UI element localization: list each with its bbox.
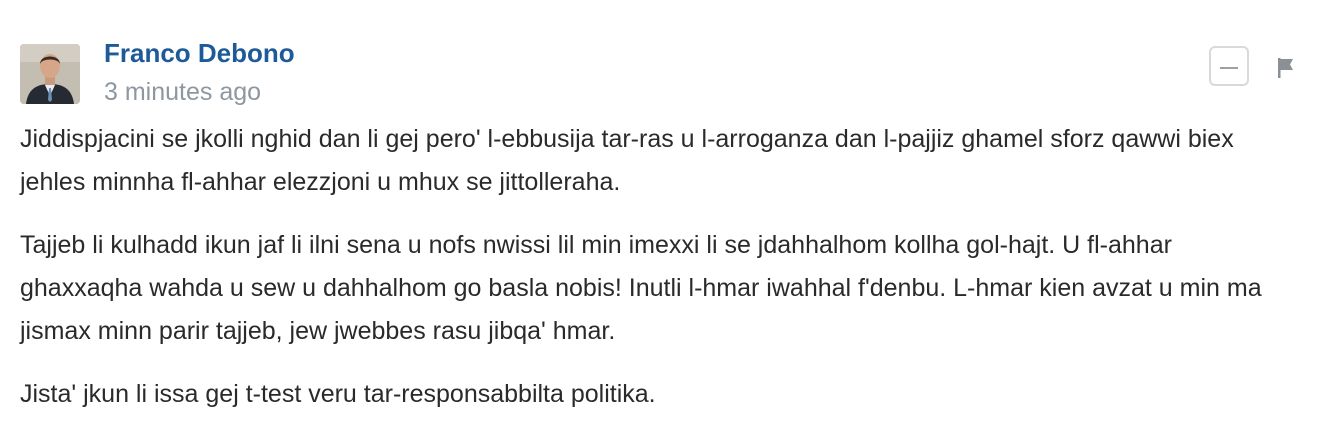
comment-body: Jiddispjacini se jkolli nghid dan li gej… xyxy=(20,118,1300,436)
collapse-button[interactable] xyxy=(1209,46,1249,86)
author-name-link[interactable]: Franco Debono xyxy=(104,38,295,69)
minus-icon xyxy=(1220,67,1238,69)
comment-paragraph: Tajjeb li kulhadd ikun jaf li ilni sena … xyxy=(20,231,1262,345)
avatar[interactable] xyxy=(20,44,80,104)
comment-paragraph: Jista' jkun li issa gej t-test veru tar-… xyxy=(20,380,656,408)
comment: Franco Debono 3 minutes ago Jiddispjacin… xyxy=(0,0,1332,436)
flag-icon[interactable] xyxy=(1276,56,1296,80)
comment-timestamp: 3 minutes ago xyxy=(104,78,262,106)
avatar-image xyxy=(20,44,80,104)
comment-paragraph: Jiddispjacini se jkolli nghid dan li gej… xyxy=(20,125,1234,196)
